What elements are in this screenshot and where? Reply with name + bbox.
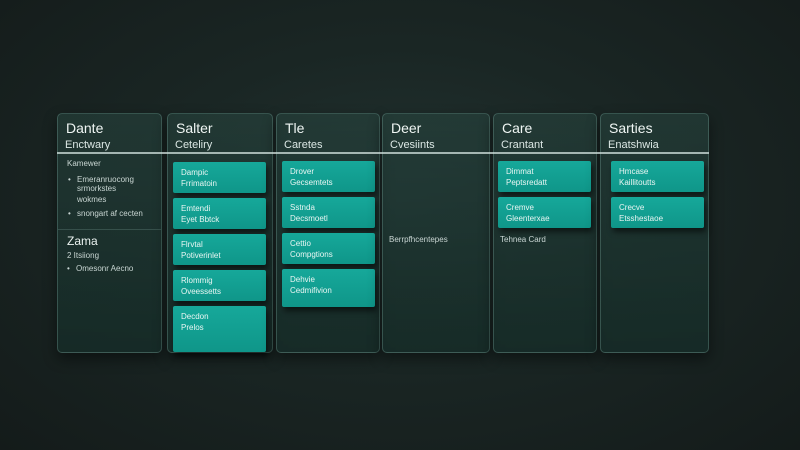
card-subtitle: Gleenterxae bbox=[506, 214, 550, 223]
card-subtitle: Etsshestaoe bbox=[619, 214, 664, 223]
list-item: 2 Itsiiong bbox=[67, 251, 100, 260]
card-title: Sstnda bbox=[290, 203, 315, 212]
task-card[interactable]: Dimmat Peptsredatt bbox=[498, 161, 591, 192]
bullet-marker: • bbox=[67, 264, 70, 273]
task-card[interactable]: Sstnda Decsmoetl bbox=[282, 197, 375, 228]
task-card[interactable]: Rlommig Oveessetts bbox=[173, 270, 266, 301]
column-salter[interactable]: Salter Ceteliry Dampic Frrimatoin Emtend… bbox=[167, 113, 273, 353]
list-item: Emeranruocong bbox=[77, 175, 134, 184]
list-item: Omesonr Aecno bbox=[76, 264, 134, 273]
task-card[interactable]: Crecve Etsshestaoe bbox=[611, 197, 704, 228]
section-title: Zama bbox=[67, 234, 98, 248]
column-title: Deer bbox=[391, 120, 422, 136]
kanban-board: Dante Enctwary Kamewer • Emeranruocong s… bbox=[0, 0, 800, 450]
card-title: Flrvtal bbox=[181, 240, 203, 249]
card-title: Crecve bbox=[619, 203, 645, 212]
task-card[interactable]: Drover Gecsemtets bbox=[282, 161, 375, 192]
card-title: Cremve bbox=[506, 203, 535, 212]
column-dante[interactable]: Dante Enctwary Kamewer • Emeranruocong s… bbox=[57, 113, 162, 353]
column-subtitle: Crantant bbox=[501, 139, 544, 151]
column-deer[interactable]: Deer Cvesiints Berrpfhcentepes bbox=[382, 113, 490, 353]
task-card[interactable]: Decdon Prelos bbox=[173, 306, 266, 352]
section-divider bbox=[58, 229, 161, 230]
list-label: Kamewer bbox=[67, 159, 101, 168]
card-subtitle: Prelos bbox=[181, 323, 204, 332]
card-title: Dampic bbox=[181, 168, 209, 177]
card-title: Dimmat bbox=[506, 167, 534, 176]
column-title: Sarties bbox=[609, 120, 653, 136]
task-card[interactable]: Dampic Frrimatoin bbox=[173, 162, 266, 193]
card-subtitle: Eyet Bbtck bbox=[181, 215, 220, 224]
list-item: srmorkstes bbox=[77, 184, 117, 193]
column-subtitle: Ceteliry bbox=[175, 139, 213, 151]
column-sarties[interactable]: Sarties Enatshwia Hmcase Kaillitoutts Cr… bbox=[600, 113, 709, 353]
bullet-marker: • bbox=[68, 175, 71, 184]
column-subtitle: Enatshwia bbox=[608, 139, 659, 151]
card-title: Hmcase bbox=[619, 167, 649, 176]
column-subtitle: Enctwary bbox=[65, 139, 111, 151]
column-subtitle: Caretes bbox=[284, 139, 323, 151]
bullet-marker: • bbox=[68, 209, 71, 218]
task-card[interactable]: Hmcase Kaillitoutts bbox=[611, 161, 704, 192]
card-title: Dehvie bbox=[290, 275, 315, 284]
card-subtitle: Potiverinlet bbox=[181, 251, 221, 260]
card-subtitle: Decsmoetl bbox=[290, 214, 328, 223]
card-subtitle: Frrimatoin bbox=[181, 179, 218, 188]
column-subtitle: Cvesiints bbox=[390, 139, 435, 151]
card-title: Drover bbox=[290, 167, 315, 176]
task-card[interactable]: Cettio Compgtions bbox=[282, 233, 375, 264]
column-care[interactable]: Care Crantant Dimmat Peptsredatt Cremve … bbox=[493, 113, 597, 353]
column-title: Care bbox=[502, 120, 533, 136]
header-divider-line bbox=[57, 152, 709, 154]
task-card[interactable]: Dehvie Cedmifivion bbox=[282, 269, 375, 307]
card-subtitle: Kaillitoutts bbox=[619, 178, 656, 187]
task-card[interactable]: Emtendi Eyet Bbtck bbox=[173, 198, 266, 229]
list-item: snongart af cecten bbox=[77, 209, 143, 218]
card-subtitle: Compgtions bbox=[290, 250, 333, 259]
card-subtitle: Gecsemtets bbox=[290, 178, 333, 187]
card-subtitle: Peptsredatt bbox=[506, 178, 547, 187]
task-card[interactable]: Flrvtal Potiverinlet bbox=[173, 234, 266, 265]
column-note: Tehnea Card bbox=[500, 235, 546, 244]
card-title: Cettio bbox=[290, 239, 311, 248]
list-item: wokmes bbox=[77, 195, 107, 204]
task-card[interactable]: Cremve Gleenterxae bbox=[498, 197, 591, 228]
column-note: Berrpfhcentepes bbox=[389, 235, 448, 244]
column-title: Dante bbox=[66, 120, 104, 136]
card-title: Emtendi bbox=[181, 204, 211, 213]
column-title: Tle bbox=[285, 120, 305, 136]
column-title: Salter bbox=[176, 120, 213, 136]
card-title: Decdon bbox=[181, 312, 209, 321]
card-title: Rlommig bbox=[181, 276, 213, 285]
card-subtitle: Cedmifivion bbox=[290, 286, 332, 295]
card-subtitle: Oveessetts bbox=[181, 287, 222, 296]
column-tle[interactable]: Tle Caretes Drover Gecsemtets Sstnda Dec… bbox=[276, 113, 380, 353]
